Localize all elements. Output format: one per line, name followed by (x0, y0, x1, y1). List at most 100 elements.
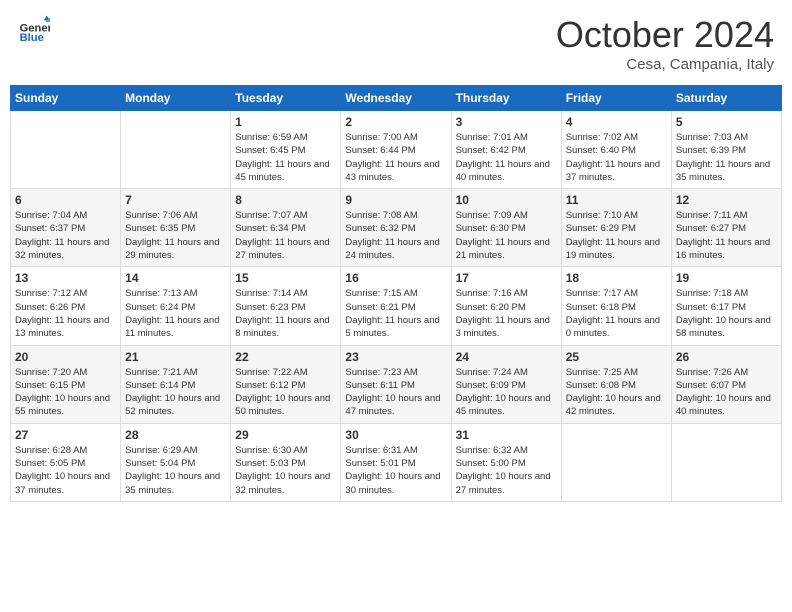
day-number: 21 (125, 350, 226, 364)
calendar-cell: 27Sunrise: 6:28 AM Sunset: 5:05 PM Dayli… (11, 423, 121, 501)
day-info: Sunrise: 6:31 AM Sunset: 5:01 PM Dayligh… (345, 444, 446, 497)
day-number: 24 (456, 350, 557, 364)
week-row-2: 6 Sunrise: 7:04 AM Sunset: 6:37 PM Daylig… (11, 189, 782, 267)
day-number: 16 (345, 271, 446, 285)
calendar-cell: 4 Sunrise: 7:02 AM Sunset: 6:40 PM Daylig… (561, 111, 671, 189)
day-info: Sunrise: 7:16 AM Sunset: 6:20 PM Dayligh… (456, 287, 557, 340)
weekday-header-thursday: Thursday (451, 86, 561, 111)
calendar-cell: 8Sunrise: 7:07 AM Sunset: 6:34 PM Daylig… (231, 189, 341, 267)
calendar-cell: 1 Sunrise: 6:59 AM Sunset: 6:45 PM Daylig… (231, 111, 341, 189)
logo-icon: General Blue (18, 14, 50, 46)
day-info: Sunrise: 7:11 AM Sunset: 6:27 PM Dayligh… (676, 209, 777, 262)
calendar-cell: 30 Sunrise: 6:31 AM Sunset: 5:01 PM Dayli… (341, 423, 451, 501)
weekday-header-monday: Monday (121, 86, 231, 111)
day-number: 28 (125, 428, 226, 442)
calendar-cell: 31 Sunrise: 6:32 AM Sunset: 5:00 PM Dayli… (451, 423, 561, 501)
day-info: Sunrise: 7:10 AM Sunset: 6:29 PM Dayligh… (566, 209, 667, 262)
day-info: Sunrise: 7:26 AM Sunset: 6:07 PM Dayligh… (676, 366, 777, 419)
week-row-1: 1 Sunrise: 6:59 AM Sunset: 6:45 PM Daylig… (11, 111, 782, 189)
day-info: Sunrise: 7:01 AM Sunset: 6:42 PM Dayligh… (456, 131, 557, 184)
calendar-cell (11, 111, 121, 189)
day-number: 20 (15, 350, 116, 364)
week-row-4: 20 Sunrise: 7:20 AM Sunset: 6:15 PM Dayli… (11, 345, 782, 423)
day-number: 1 (235, 115, 336, 129)
page-header: General Blue October 2024 Cesa, Campania… (10, 10, 782, 77)
day-info: Sunrise: 7:00 AM Sunset: 6:44 PM Dayligh… (345, 131, 446, 184)
day-info: Sunrise: 7:02 AM Sunset: 6:40 PM Dayligh… (566, 131, 667, 184)
day-info: Sunrise: 7:21 AM Sunset: 6:14 PM Dayligh… (125, 366, 226, 419)
day-info: Sunrise: 7:03 AM Sunset: 6:39 PM Dayligh… (676, 131, 777, 184)
day-number: 5 (676, 115, 777, 129)
day-number: 30 (345, 428, 446, 442)
day-info: Sunrise: 6:59 AM Sunset: 6:45 PM Dayligh… (235, 131, 336, 184)
day-number: 12 (676, 193, 777, 207)
weekday-header-friday: Friday (561, 86, 671, 111)
calendar-cell: 11 Sunrise: 7:10 AM Sunset: 6:29 PM Dayli… (561, 189, 671, 267)
day-info: Sunrise: 7:23 AM Sunset: 6:11 PM Dayligh… (345, 366, 446, 419)
day-number: 10 (456, 193, 557, 207)
calendar-cell (561, 423, 671, 501)
calendar-cell: 13Sunrise: 7:12 AM Sunset: 6:26 PM Dayli… (11, 267, 121, 345)
day-info: Sunrise: 6:29 AM Sunset: 5:04 PM Dayligh… (125, 444, 226, 497)
day-info: Sunrise: 7:06 AM Sunset: 6:35 PM Dayligh… (125, 209, 226, 262)
weekday-header-saturday: Saturday (671, 86, 781, 111)
logo: General Blue (18, 14, 52, 46)
day-number: 4 (566, 115, 667, 129)
calendar-cell: 9 Sunrise: 7:08 AM Sunset: 6:32 PM Daylig… (341, 189, 451, 267)
day-info: Sunrise: 7:08 AM Sunset: 6:32 PM Dayligh… (345, 209, 446, 262)
calendar-cell: 12 Sunrise: 7:11 AM Sunset: 6:27 PM Dayli… (671, 189, 781, 267)
day-number: 7 (125, 193, 226, 207)
day-number: 26 (676, 350, 777, 364)
day-number: 2 (345, 115, 446, 129)
calendar-cell: 20 Sunrise: 7:20 AM Sunset: 6:15 PM Dayli… (11, 345, 121, 423)
day-number: 17 (456, 271, 557, 285)
day-info: Sunrise: 6:32 AM Sunset: 5:00 PM Dayligh… (456, 444, 557, 497)
week-row-3: 13Sunrise: 7:12 AM Sunset: 6:26 PM Dayli… (11, 267, 782, 345)
calendar-cell: 7 Sunrise: 7:06 AM Sunset: 6:35 PM Daylig… (121, 189, 231, 267)
day-number: 29 (235, 428, 336, 442)
day-number: 9 (345, 193, 446, 207)
calendar-cell: 16 Sunrise: 7:15 AM Sunset: 6:21 PM Dayli… (341, 267, 451, 345)
weekday-header-row: SundayMondayTuesdayWednesdayThursdayFrid… (11, 86, 782, 111)
day-number: 22 (235, 350, 336, 364)
day-number: 15 (235, 271, 336, 285)
calendar-cell: 15 Sunrise: 7:14 AM Sunset: 6:23 PM Dayli… (231, 267, 341, 345)
calendar-cell: 29 Sunrise: 6:30 AM Sunset: 5:03 PM Dayli… (231, 423, 341, 501)
weekday-header-tuesday: Tuesday (231, 86, 341, 111)
title-block: October 2024 Cesa, Campania, Italy (556, 14, 774, 73)
day-info: Sunrise: 7:22 AM Sunset: 6:12 PM Dayligh… (235, 366, 336, 419)
day-info: Sunrise: 7:18 AM Sunset: 6:17 PM Dayligh… (676, 287, 777, 340)
calendar-cell: 28 Sunrise: 6:29 AM Sunset: 5:04 PM Dayli… (121, 423, 231, 501)
calendar-cell: 18 Sunrise: 7:17 AM Sunset: 6:18 PM Dayli… (561, 267, 671, 345)
calendar-cell: 19 Sunrise: 7:18 AM Sunset: 6:17 PM Dayli… (671, 267, 781, 345)
calendar-cell: 21 Sunrise: 7:21 AM Sunset: 6:14 PM Dayli… (121, 345, 231, 423)
weekday-header-sunday: Sunday (11, 86, 121, 111)
day-info: Sunrise: 7:15 AM Sunset: 6:21 PM Dayligh… (345, 287, 446, 340)
calendar-cell: 25Sunrise: 7:25 AM Sunset: 6:08 PM Dayli… (561, 345, 671, 423)
day-info: Sunrise: 7:17 AM Sunset: 6:18 PM Dayligh… (566, 287, 667, 340)
day-info: Sunrise: 6:30 AM Sunset: 5:03 PM Dayligh… (235, 444, 336, 497)
day-number: 3 (456, 115, 557, 129)
day-number: 8 (235, 193, 336, 207)
day-info: Sunrise: 7:13 AM Sunset: 6:24 PM Dayligh… (125, 287, 226, 340)
day-info: Sunrise: 7:24 AM Sunset: 6:09 PM Dayligh… (456, 366, 557, 419)
day-info: Sunrise: 7:04 AM Sunset: 6:37 PM Dayligh… (15, 209, 116, 262)
calendar-cell: 26 Sunrise: 7:26 AM Sunset: 6:07 PM Dayli… (671, 345, 781, 423)
day-number: 31 (456, 428, 557, 442)
day-number: 27 (15, 428, 116, 442)
day-number: 23 (345, 350, 446, 364)
calendar-cell (121, 111, 231, 189)
day-info: Sunrise: 7:20 AM Sunset: 6:15 PM Dayligh… (15, 366, 116, 419)
day-info: Sunrise: 7:14 AM Sunset: 6:23 PM Dayligh… (235, 287, 336, 340)
calendar-cell: 14Sunrise: 7:13 AM Sunset: 6:24 PM Dayli… (121, 267, 231, 345)
day-number: 11 (566, 193, 667, 207)
day-number: 19 (676, 271, 777, 285)
calendar-cell: 6 Sunrise: 7:04 AM Sunset: 6:37 PM Daylig… (11, 189, 121, 267)
day-number: 6 (15, 193, 116, 207)
calendar-cell: 5 Sunrise: 7:03 AM Sunset: 6:39 PM Daylig… (671, 111, 781, 189)
month-title: October 2024 (556, 14, 774, 56)
svg-text:Blue: Blue (20, 32, 44, 44)
calendar-cell: 23 Sunrise: 7:23 AM Sunset: 6:11 PM Dayli… (341, 345, 451, 423)
calendar-cell: 22 Sunrise: 7:22 AM Sunset: 6:12 PM Dayli… (231, 345, 341, 423)
day-number: 18 (566, 271, 667, 285)
